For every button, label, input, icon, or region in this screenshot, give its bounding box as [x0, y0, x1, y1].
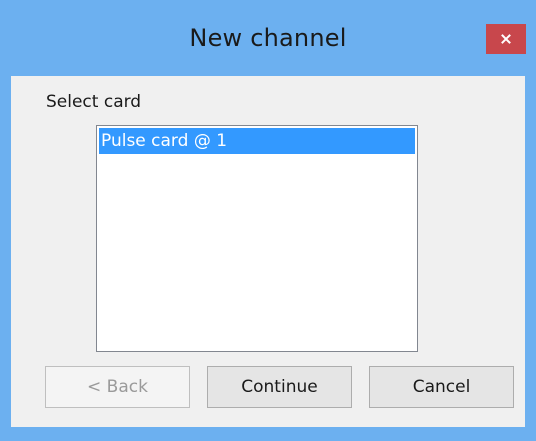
- title-bar[interactable]: New channel: [0, 0, 536, 76]
- dialog-window: New channel Select card Pulse card @ 1 <…: [0, 0, 536, 441]
- select-card-label: Select card: [46, 92, 142, 112]
- back-button: < Back: [45, 366, 190, 408]
- close-button[interactable]: [486, 24, 526, 54]
- card-listbox[interactable]: Pulse card @ 1: [96, 125, 418, 352]
- continue-button[interactable]: Continue: [207, 366, 352, 408]
- close-icon: [501, 34, 511, 44]
- window-title: New channel: [189, 24, 347, 52]
- list-item-card[interactable]: Pulse card @ 1: [99, 128, 415, 154]
- dialog-body: Select card Pulse card @ 1 < Back Contin…: [11, 76, 525, 427]
- cancel-button[interactable]: Cancel: [369, 366, 514, 408]
